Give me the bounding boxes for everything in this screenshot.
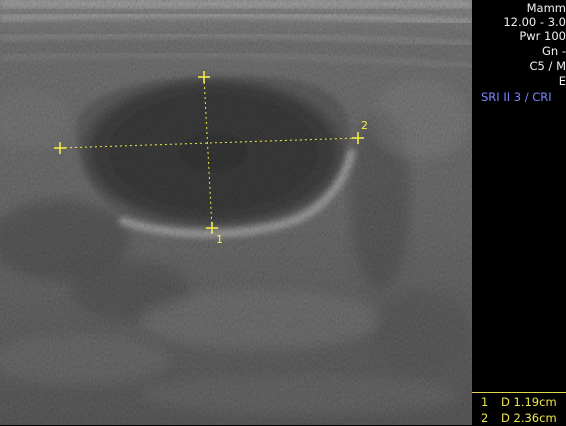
processing-label: SRI II 3 / CRI (481, 90, 552, 104)
param-frequency: 12.00 - 3.0 (503, 15, 566, 29)
measurement-value: D 2.36cm (501, 411, 557, 425)
param-extra: E (558, 74, 566, 88)
ultrasound-image: 1 2 (0, 0, 472, 425)
scanner-info-panel: Mamm 12.00 - 3.0 Pwr 100 Gn - C5 / M E S… (472, 0, 566, 425)
measurement-index: 1 (481, 395, 489, 409)
caliper-label-1: 1 (216, 233, 223, 246)
measurement-row: 2 D 2.36cm (481, 411, 557, 425)
param-preset: Mamm (526, 1, 566, 15)
caliper-label-2: 2 (361, 119, 368, 132)
measurement-panel: 1 D 1.19cm 2 D 2.36cm (472, 392, 566, 426)
param-power: Pwr 100 (519, 29, 566, 43)
ultrasound-scan-graphic: 1 2 (0, 0, 472, 425)
measurement-value: D 1.19cm (501, 395, 557, 409)
param-gain: Gn - (541, 44, 566, 58)
measurement-row: 1 D 1.19cm (481, 395, 557, 409)
param-mode: C5 / M (529, 59, 566, 73)
measurement-index: 2 (481, 411, 489, 425)
